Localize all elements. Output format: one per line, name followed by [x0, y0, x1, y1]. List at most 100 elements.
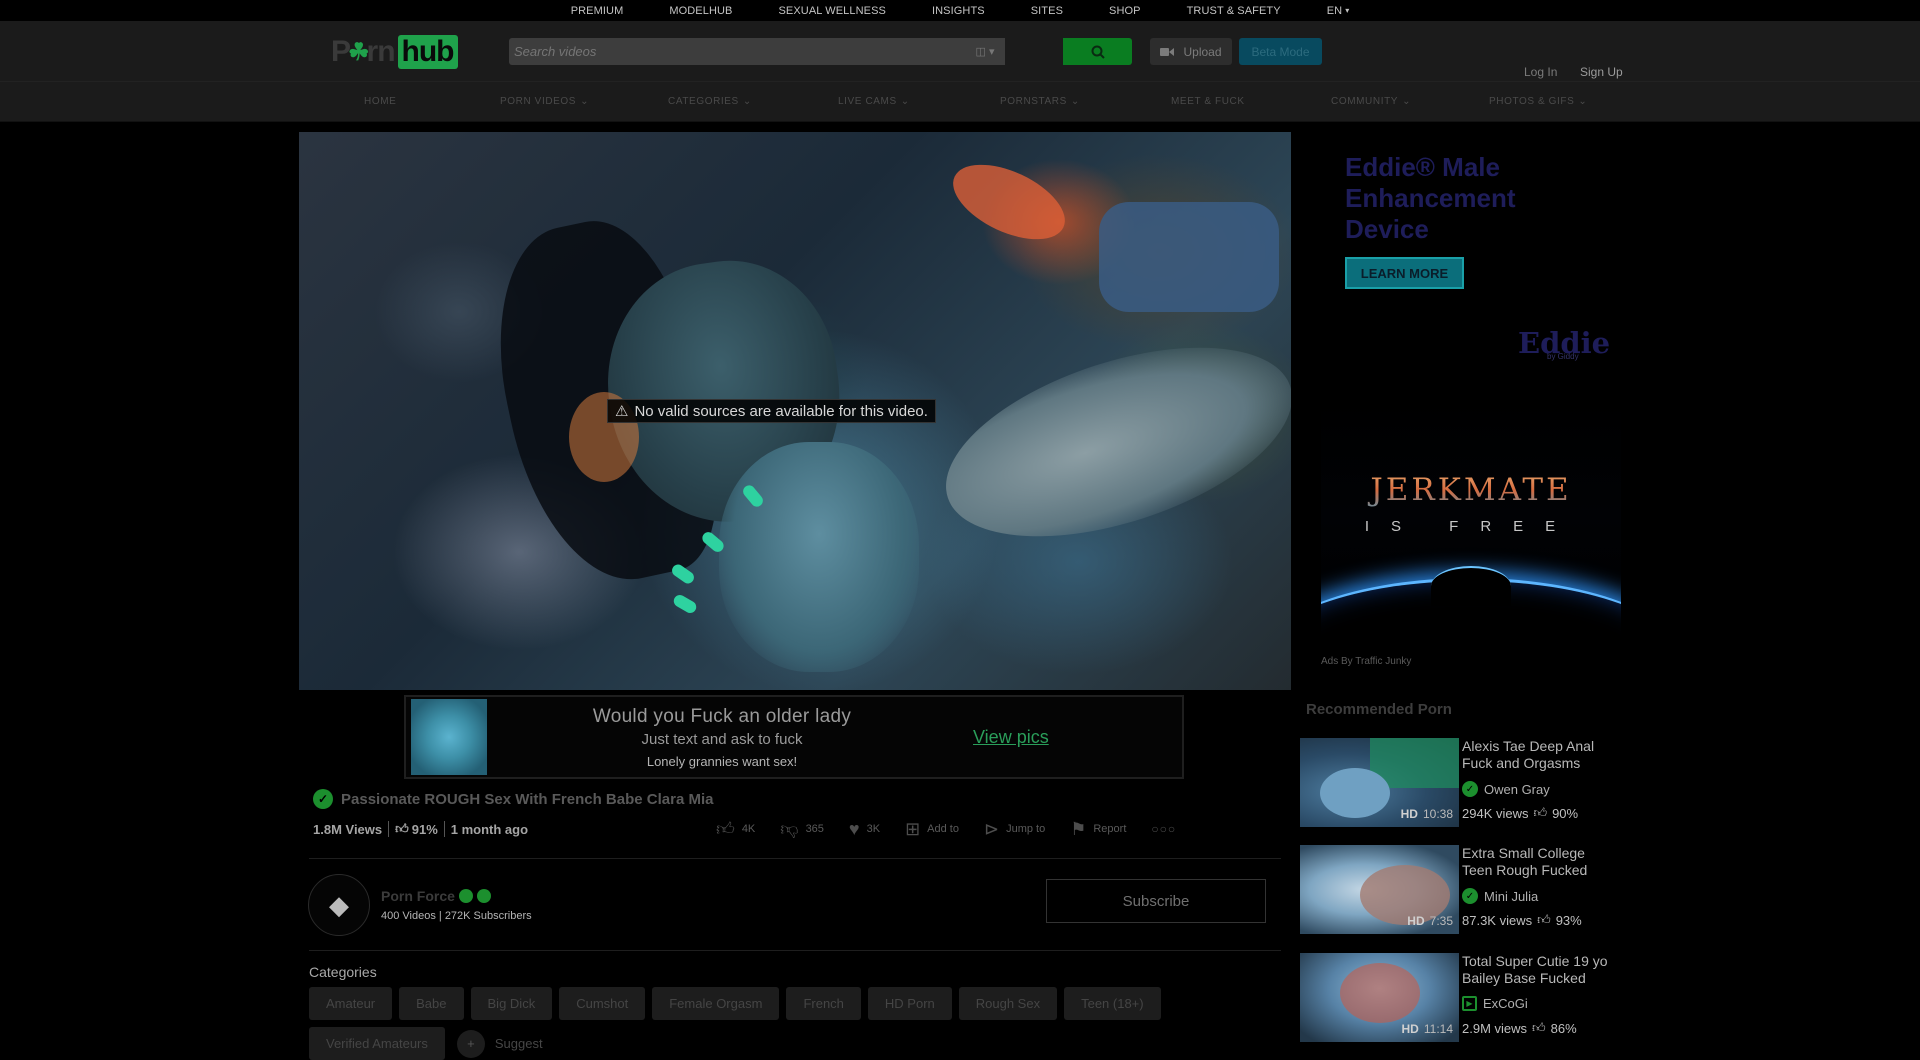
category-tag[interactable]: Female Orgasm — [652, 987, 780, 1020]
planet-horizon-graphic — [1431, 566, 1511, 606]
add-to-button[interactable]: ⊞ Add to — [905, 819, 959, 840]
video-duration: HD 11:14 — [1402, 1022, 1453, 1036]
category-tag[interactable]: Babe — [399, 987, 464, 1020]
upload-age: 1 month ago — [450, 821, 529, 837]
nav-categories[interactable]: CATEGORIES ⌄ — [668, 96, 752, 107]
top-link-shop[interactable]: SHOP — [1086, 5, 1164, 17]
main-nav: HOME PORN VIDEOS ⌄ CATEGORIES ⌄ LIVE CAMS ⌄… — [0, 82, 1920, 122]
partner-badge-icon — [476, 889, 491, 903]
category-tag[interactable]: Teen (18+) — [1064, 987, 1161, 1020]
category-tag[interactable]: Amateur — [309, 987, 393, 1020]
recommended-video[interactable]: HD 10:38 Alexis Tae Deep Anal Fuck and Or… — [1300, 738, 1620, 830]
eddie-ad-headline-3: Enhancement — [1345, 183, 1516, 213]
language-selector[interactable]: EN ▾ — [1304, 5, 1373, 17]
top-link-sexual-wellness[interactable]: SEXUAL WELLNESS — [756, 5, 909, 17]
like-button[interactable]: 👍︎ 4K — [716, 818, 755, 840]
thumbs-up-icon: 👍︎ — [395, 821, 409, 836]
upload-button[interactable]: Upload — [1150, 38, 1232, 65]
banner-ad-cta[interactable]: View pics — [973, 727, 1049, 748]
video-title-link[interactable]: Extra Small College Teen Rough Fucked — [1462, 845, 1612, 879]
channel-info: ◆ Porn Force 400 Videos | 272K Subscribe… — [308, 874, 532, 936]
thumbs-up-icon: 👍︎ — [1537, 912, 1551, 927]
favorite-button[interactable]: ♥ 3K — [849, 819, 880, 840]
divider — [309, 858, 1281, 859]
beta-mode-button[interactable]: Beta Mode — [1239, 38, 1322, 65]
login-link[interactable]: Log In — [1524, 65, 1557, 79]
category-tag[interactable]: Cumshot — [559, 987, 646, 1020]
site-logo[interactable]: P ☘ rn hub — [331, 33, 458, 71]
video-frame-shape — [1099, 202, 1279, 312]
top-link-modelhub[interactable]: MODELHUB — [646, 5, 755, 17]
category-tags: Amateur Babe Big Dick Cumshot Female Org… — [309, 987, 1289, 1060]
top-link-trust-safety[interactable]: TRUST & SAFETY — [1164, 5, 1304, 17]
category-tag[interactable]: HD Porn — [867, 987, 952, 1020]
channel-name[interactable]: Porn Force — [381, 888, 455, 904]
report-button[interactable]: ⚑ Report — [1070, 819, 1126, 840]
video-title-link[interactable]: Total Super Cutie 19 yo Bailey Base Fuck… — [1462, 953, 1612, 987]
thumbnail-shape — [1320, 768, 1390, 818]
video-duration: HD 7:35 — [1407, 914, 1453, 928]
recommended-video[interactable]: HD 11:14 Total Super Cutie 19 yo Bailey B… — [1300, 953, 1620, 1045]
nav-label: PORN VIDEOS — [500, 96, 577, 107]
nav-community[interactable]: COMMUNITY ⌄ — [1331, 96, 1411, 107]
dislike-count: 365 — [805, 823, 824, 835]
subscribe-button[interactable]: Subscribe — [1046, 879, 1266, 923]
video-author[interactable]: ✓ Owen Gray — [1462, 781, 1550, 797]
dislike-button[interactable]: 👎︎ 365 — [780, 818, 824, 840]
top-link-premium[interactable]: PREMIUM — [548, 5, 647, 17]
video-thumbnail[interactable]: HD 11:14 — [1300, 953, 1459, 1042]
more-dots-icon: ○○○ — [1151, 822, 1177, 836]
upload-label: Upload — [1183, 44, 1222, 59]
warning-icon: ⚠ — [615, 403, 629, 420]
search-box: ◫ ▾ — [509, 38, 1005, 65]
search-button[interactable] — [1063, 38, 1132, 65]
eddie-ad[interactable]: Eddie® Male Enhancement Device LEARN MOR… — [1321, 140, 1621, 380]
flag-icon: ⚑ — [1070, 818, 1087, 839]
category-tag[interactable]: Rough Sex — [958, 987, 1058, 1020]
jerkmate-ad[interactable]: JERKMATE IS FREE — [1321, 396, 1621, 636]
verified-check-icon: ✓ — [1462, 781, 1478, 797]
nav-live-cams[interactable]: LIVE CAMS ⌄ — [838, 96, 910, 107]
more-options-button[interactable]: ○○○ — [1151, 822, 1176, 836]
plus-icon: + — [456, 1029, 485, 1058]
add-to-label: Add to — [927, 823, 959, 835]
jump-to-button[interactable]: ⊳ Jump to — [984, 819, 1045, 840]
search-input[interactable] — [509, 44, 965, 59]
recommended-video[interactable]: HD 7:35 Extra Small College Teen Rough Fu… — [1300, 845, 1620, 937]
chevron-down-icon: ⌄ — [900, 96, 910, 107]
verified-badge-icon — [458, 889, 473, 903]
nav-home[interactable]: HOME — [364, 96, 396, 107]
video-author[interactable]: ▶ ExCoGi — [1462, 996, 1528, 1011]
divider — [309, 950, 1281, 951]
video-frame-shape — [669, 562, 697, 586]
nav-meet-fuck[interactable]: MEET & FUCK — [1171, 96, 1245, 107]
video-frame-shape — [671, 592, 699, 616]
author-name: Owen Gray — [1484, 781, 1550, 797]
top-link-insights[interactable]: INSIGHTS — [909, 5, 1008, 17]
video-filter-icon[interactable]: ◫ ▾ — [965, 38, 1005, 65]
nav-pornstars[interactable]: PORNSTARS ⌄ — [1000, 96, 1080, 107]
nav-photos-gifs[interactable]: PHOTOS & GIFS ⌄ — [1489, 96, 1587, 107]
logo-text-hub: hub — [397, 35, 458, 69]
category-tag[interactable]: French — [786, 987, 861, 1020]
video-player[interactable]: ⚠ No valid sources are available for thi… — [299, 132, 1291, 690]
video-title-link[interactable]: Alexis Tae Deep Anal Fuck and Orgasms — [1462, 738, 1612, 772]
signup-link[interactable]: Sign Up — [1580, 65, 1623, 79]
like-count: 4K — [741, 823, 756, 835]
view-count: 294K views — [1462, 805, 1529, 821]
eddie-learn-more-button[interactable]: LEARN MORE — [1345, 257, 1464, 289]
video-thumbnail[interactable]: HD 10:38 — [1300, 738, 1459, 827]
author-name: Mini Julia — [1484, 888, 1539, 904]
video-author[interactable]: ✓ Mini Julia — [1462, 888, 1538, 904]
video-thumbnail[interactable]: HD 7:35 — [1300, 845, 1459, 934]
category-tag[interactable]: Verified Amateurs — [309, 1027, 445, 1060]
ads-by-label[interactable]: Ads By Traffic Junky — [1321, 656, 1411, 667]
top-link-sites[interactable]: SITES — [1008, 5, 1086, 17]
channel-name-row: Porn Force — [381, 888, 532, 904]
channel-avatar[interactable]: ◆ — [308, 874, 370, 936]
category-tag[interactable]: Big Dick — [470, 987, 553, 1020]
suggest-category-button[interactable]: + Suggest — [452, 1027, 543, 1060]
heart-icon: ♥ — [848, 818, 860, 839]
nav-porn-videos[interactable]: PORN VIDEOS ⌄ — [500, 96, 589, 107]
banner-ad[interactable]: Would you Fuck an older lady Just text a… — [404, 695, 1184, 779]
